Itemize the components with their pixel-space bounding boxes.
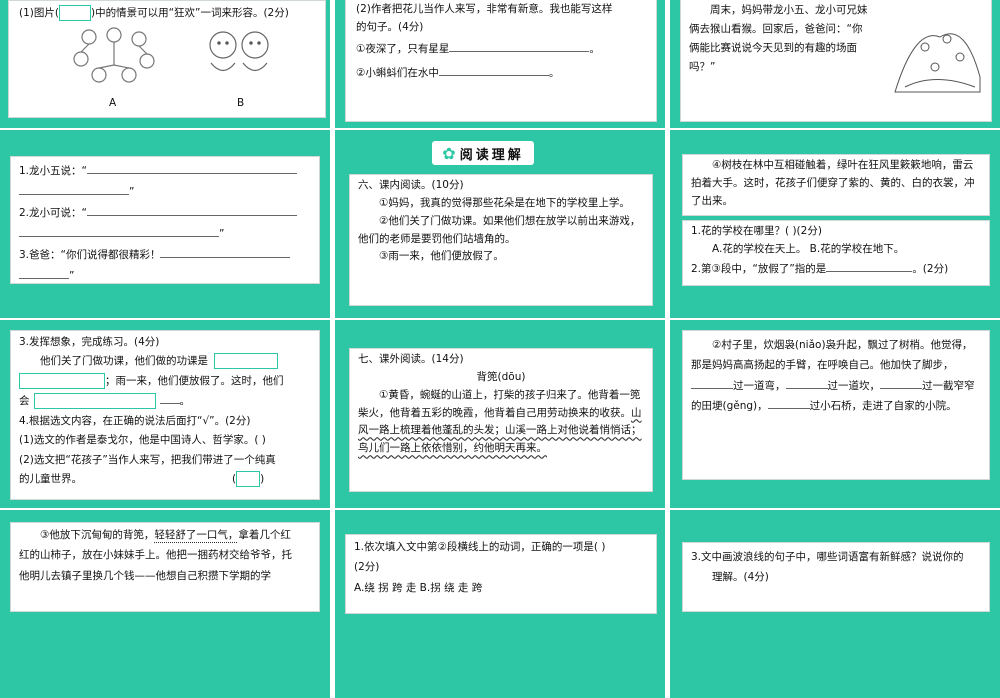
- answer-blank[interactable]: [86, 203, 297, 216]
- question-2-cont: ”: [19, 224, 311, 245]
- slide-2: (2)作者把花儿当作人来写，非常有新意。我也能写这样 的句子。(4分) ①夜深了…: [335, 0, 665, 128]
- question-3-cont: 理解。(4分): [712, 571, 769, 584]
- answer-blank[interactable]: [19, 266, 69, 279]
- slide-5-card: 六、课内阅读。(10分) ①妈妈，我真的觉得那些花朵是在地下的学校里上学。 ②他…: [349, 174, 653, 306]
- story-text: 周末，妈妈带龙小五、龙小可兄妹俩去猴山看猴。回家后，爸爸问：“你俩能比赛说说今天…: [689, 4, 868, 73]
- monkey-hill-image: [894, 33, 981, 93]
- answer-blank[interactable]: [826, 259, 913, 272]
- question-1: 1.龙小五说：“: [19, 161, 311, 182]
- answer-box[interactable]: [214, 353, 278, 370]
- question-line: (1)图片()中的情景可以用“狂欢”一词来形容。(2分): [19, 5, 289, 21]
- answer-blank[interactable]: [19, 224, 219, 237]
- question-3: 3.发挥想象，完成练习。(4分): [19, 336, 160, 348]
- question-4: 4.根据选文内容，在正确的说法后面打“√”。(2分): [19, 414, 251, 427]
- question-1-score: (2分): [354, 561, 380, 574]
- slide-6-question-card: 1.花的学校在哪里？( )(2分) A.花的学校在天上。 B.花的学校在地下。 …: [682, 220, 990, 286]
- section-title: 六、课内阅读。(10分): [358, 179, 464, 191]
- slide-1-card: (1)图片()中的情景可以用“狂欢”一词来形容。(2分) A B: [8, 0, 326, 118]
- answer-blank[interactable]: [785, 376, 828, 389]
- question-1-options: A.花的学校在天上。 B.花的学校在地下。: [712, 242, 905, 255]
- paragraph-3-line-3: 他明儿去镇子里换几个钱——他想自己积攒下学期的学: [19, 569, 271, 582]
- answer-blank[interactable]: [767, 396, 810, 410]
- flower-icon: ✿: [442, 143, 456, 163]
- paragraph-3: ③雨一来，他们便放假了。: [379, 250, 504, 263]
- fill-line-3: 会。: [19, 391, 311, 411]
- statement-3: 的儿童世界。(): [19, 470, 265, 487]
- slide-8-card: 七、课外阅读。(14分) 背篼(dōu) ①黄昏，蜿蜒的山道上，打柴的孩子归来了…: [349, 348, 653, 492]
- label-b: B: [237, 97, 245, 109]
- answer-blank[interactable]: [19, 182, 129, 195]
- fill-line-1: 他们关了门做功课，他们做的功课是: [19, 352, 311, 371]
- answer-blank[interactable]: [880, 376, 922, 389]
- question-2: 2.第③段中，“放假了”指的是 。(2分): [691, 259, 981, 279]
- passage-title: 背篼(dōu): [476, 370, 526, 383]
- answer-blank[interactable]: [438, 63, 549, 76]
- question-3: 3.爸爸：“你们说得都很精彩！: [19, 245, 311, 266]
- answer-line-1: ①夜深了，只有星星。: [356, 39, 646, 59]
- section-title: 七、课外阅读。(14分): [358, 353, 464, 365]
- answer-box[interactable]: [19, 372, 105, 389]
- text-line: (2)作者把花儿当作人来写，非常有新意。我也能写这样: [356, 3, 613, 15]
- label-a: A: [109, 97, 117, 109]
- slide-3-card: 周末，妈妈带龙小五、龙小可兄妹俩去猴山看猴。回家后，爸爸问：“你俩能比赛说说今天…: [680, 0, 992, 122]
- answer-blank[interactable]: [160, 245, 291, 258]
- slide-5: ✿ 阅读理解 六、课内阅读。(10分) ①妈妈，我真的觉得那些花朵是在地下的学校里…: [335, 130, 665, 318]
- question-1-options: A.绕 拐 跨 走 B.拐 绕 走 跨: [354, 581, 483, 594]
- slide-10-card: ③他放下沉甸甸的背篼，轻轻舒了一口气，拿着几个红 红的山柿子，放在小妹妹手上。他…: [10, 522, 320, 612]
- paragraph-2: ②村子里，炊烟袅(niǎo)袅升起，飘过了树梢。他觉得，那是妈妈高高扬起的手臂，…: [691, 339, 975, 413]
- slide-4-card: 1.龙小五说：“ ” 2.龙小可说：“ ” 3.爸爸：“你们说得都很精彩！ ”: [10, 156, 320, 284]
- slide-12: 3.文中画波浪线的句子中，哪些词语富有新鲜感？说说你的 理解。(4分): [670, 510, 1000, 698]
- answer-line-2: ②小蝌蚪们在水中。: [356, 63, 646, 83]
- slide-2-card: (2)作者把花儿当作人来写，非常有新意。我也能写这样 的句子。(4分) ①夜深了…: [345, 0, 657, 122]
- paragraph-4: ④树枝在林中互相碰触着，绿叶在狂风里簌簌地响，雷云拍着大手。这时，花孩子们便穿了…: [691, 159, 975, 207]
- slide-4: 1.龙小五说：“ ” 2.龙小可说：“ ” 3.爸爸：“你们说得都很精彩！ ”: [0, 130, 330, 318]
- slide-6-text-card: ④树枝在林中互相碰触着，绿叶在狂风里簌簌地响，雷云拍着大手。这时，花孩子们便穿了…: [682, 154, 990, 216]
- answer-box[interactable]: [33, 393, 156, 410]
- question-3: 3.文中画波浪线的句子中，哪些词语富有新鲜感？说说你的: [691, 551, 964, 563]
- statement-1: (1)选文的作者是泰戈尔，他是中国诗人、哲学家。( ): [19, 434, 266, 447]
- slide-11: 1.依次填入文中第②段横线上的动词，正确的一项是( ) (2分) A.绕 拐 跨…: [335, 510, 665, 698]
- slide-9: ②村子里，炊烟袅(niǎo)袅升起，飘过了树梢。他觉得，那是妈妈高高扬起的手臂，…: [670, 320, 1000, 508]
- slide-10: ③他放下沉甸甸的背篼，轻轻舒了一口气，拿着几个红 红的山柿子，放在小妹妹手上。他…: [0, 510, 330, 698]
- paragraph-3-line-2: 红的山柿子，放在小妹妹手上。他把一捆药材交给爷爷，托: [19, 549, 292, 562]
- slide-7-card: 3.发挥想象，完成练习。(4分) 他们关了门做功课，他们做的功课是 ；雨一来，他…: [10, 330, 320, 500]
- paragraph-2: ②他们关了门做功课。如果他们想在放学以前出来游戏，他们的老师是要罚他们站墙角的。: [358, 214, 641, 245]
- paragraph-1: ①妈妈，我真的觉得那些花朵是在地下的学校里上学。: [379, 196, 630, 209]
- slide-9-card: ②村子里，炊烟袅(niǎo)袅升起，飘过了树梢。他觉得，那是妈妈高高扬起的手臂，…: [682, 330, 990, 480]
- statement-2: (2)选文把“花孩子”当作人来写，把我们带进了一个纯真: [19, 453, 276, 466]
- answer-blank[interactable]: [86, 161, 297, 174]
- slide-11-card: 1.依次填入文中第②段横线上的动词，正确的一项是( ) (2分) A.绕 拐 跨…: [345, 534, 657, 614]
- question-1: 1.花的学校在哪里？( )(2分): [691, 225, 822, 237]
- answer-blank[interactable]: [449, 39, 590, 52]
- question-3-cont: ”: [19, 266, 311, 287]
- answer-blank[interactable]: [159, 391, 180, 405]
- paragraph-1: ①黄昏，蜿蜒的山道上，打柴的孩子归来了。他背着一篼柴火，他背着五彩的晚霞，他背着…: [358, 388, 642, 455]
- answer-blank[interactable]: [691, 376, 733, 389]
- section-header: ✿ 阅读理解: [431, 140, 535, 166]
- answer-box[interactable]: [236, 470, 261, 487]
- slide-3: 周末，妈妈带龙小五、龙小可兄妹俩去猴山看猴。回家后，爸爸问：“你俩能比赛说说今天…: [670, 0, 1000, 128]
- question-2: 2.龙小可说：“: [19, 203, 311, 224]
- slide-12-card: 3.文中画波浪线的句子中，哪些词语富有新鲜感？说说你的 理解。(4分): [682, 542, 990, 612]
- question-1: 1.依次填入文中第②段横线上的动词，正确的一项是( ): [354, 541, 606, 553]
- answer-box[interactable]: [58, 5, 91, 21]
- question-1-cont: ”: [19, 182, 311, 203]
- paragraph-3: ③他放下沉甸甸的背篼，轻轻舒了一口气，拿着几个红: [40, 529, 291, 541]
- text-line: 的句子。(4分): [356, 20, 424, 33]
- slide-1: (1)图片()中的情景可以用“狂欢”一词来形容。(2分) A B: [0, 0, 330, 128]
- monkeys-image: [73, 27, 155, 83]
- slide-8: 七、课外阅读。(14分) 背篼(dōu) ①黄昏，蜿蜒的山道上，打柴的孩子归来了…: [335, 320, 665, 508]
- fill-line-2: ；雨一来，他们便放假了。这时，他们: [19, 372, 311, 391]
- slide-6: ④树枝在林中互相碰触着，绿叶在狂风里簌簌地响，雷云拍着大手。这时，花孩子们便穿了…: [670, 130, 1000, 318]
- children-image: [209, 31, 269, 72]
- slide-7: 3.发挥想象，完成练习。(4分) 他们关了门做功课，他们做的功课是 ；雨一来，他…: [0, 320, 330, 508]
